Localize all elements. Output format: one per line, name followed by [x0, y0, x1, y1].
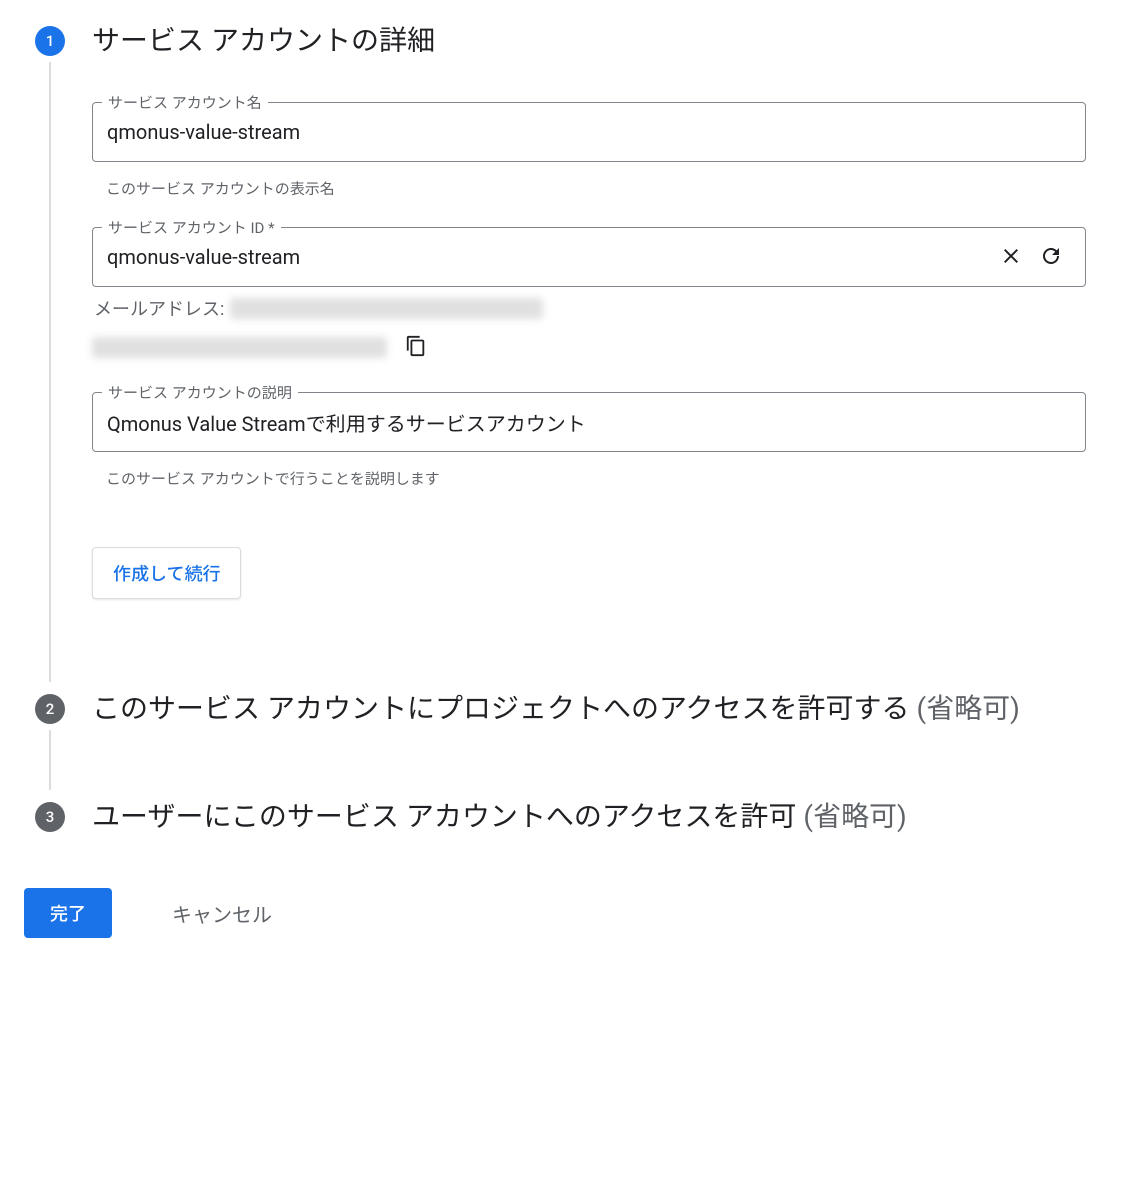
step-3-circle: 3: [35, 802, 65, 832]
step-3-title-optional: (省略可): [803, 800, 906, 833]
email-row-1: メールアドレス: xxxxxxxxxxxxxxxxxxxxxxxxxxxxxxx…: [92, 295, 1086, 321]
email-label: メールアドレス:: [94, 295, 224, 321]
copy-icon: [405, 335, 427, 360]
account-name-input[interactable]: [107, 120, 1071, 144]
step-3: 3 ユーザーにこのサービス アカウントへのアクセスを許可 (省略可): [20, 796, 1116, 848]
account-name-group: サービス アカウント名 このサービス アカウントの表示名: [92, 102, 1086, 199]
create-continue-button[interactable]: 作成して続行: [92, 547, 241, 599]
step-2-title-main: このサービス アカウントにプロジェクトへのアクセスを許可する: [92, 692, 917, 725]
step-2-circle: 2: [35, 694, 65, 724]
account-desc-helper: このサービス アカウントで行うことを説明します: [92, 460, 1086, 489]
clear-id-button[interactable]: [991, 240, 1031, 275]
account-desc-group: サービス アカウントの説明 このサービス アカウントで行うことを説明します: [92, 392, 1086, 489]
account-name-field: サービス アカウント名: [92, 102, 1086, 162]
cancel-button[interactable]: キャンセル: [172, 899, 272, 928]
stepper: 1 サービス アカウントの詳細 サービス アカウント名 このサービス アカウント…: [20, 20, 1116, 848]
close-icon: [999, 244, 1023, 271]
step-2-title-optional: (省略可): [917, 692, 1020, 725]
step-1-body: サービス アカウント名 このサービス アカウントの表示名 サービス アカウント …: [92, 72, 1086, 649]
copy-email-button[interactable]: [397, 331, 435, 364]
email-row-2: xxxxxxxxxxxxxxxxxxxxxxxxxxxxxxxxx: [92, 331, 1086, 364]
account-id-input[interactable]: [107, 245, 991, 269]
step-3-content: ユーザーにこのサービス アカウントへのアクセスを許可 (省略可): [80, 796, 1116, 848]
step-2: 2 このサービス アカウントにプロジェクトへのアクセスを許可する (省略可): [20, 688, 1116, 796]
email-redacted-2: xxxxxxxxxxxxxxxxxxxxxxxxxxxxxxxxx: [92, 337, 387, 358]
account-desc-label: サービス アカウントの説明: [102, 382, 298, 403]
account-desc-input[interactable]: [107, 410, 1071, 434]
step-indicator-col-3: 3: [20, 796, 80, 832]
account-id-group: サービス アカウント ID *: [92, 227, 1086, 364]
step-1-title: サービス アカウントの詳細: [92, 20, 1086, 72]
refresh-icon: [1039, 244, 1063, 271]
step-2-content: このサービス アカウントにプロジェクトへのアクセスを許可する (省略可): [80, 688, 1116, 740]
bottom-actions: 完了 キャンセル: [20, 848, 1116, 938]
email-redacted-1: xxxxxxxxxxxxxxxxxxxxxxxxxxxxxxxxxxx: [230, 298, 543, 319]
step-indicator-col-2: 2: [20, 688, 80, 796]
account-id-field: サービス アカウント ID *: [92, 227, 1086, 287]
step-line-2: [49, 730, 51, 790]
step-1: 1 サービス アカウントの詳細 サービス アカウント名 このサービス アカウント…: [20, 20, 1116, 688]
account-name-label: サービス アカウント名: [102, 92, 268, 113]
account-id-label: サービス アカウント ID *: [102, 217, 281, 238]
refresh-id-button[interactable]: [1031, 240, 1071, 275]
step-1-circle: 1: [35, 26, 65, 56]
done-button[interactable]: 完了: [24, 888, 112, 938]
step-line: [49, 62, 51, 682]
step-3-title[interactable]: ユーザーにこのサービス アカウントへのアクセスを許可 (省略可): [92, 796, 1086, 848]
step-indicator-col: 1: [20, 20, 80, 688]
step-3-title-main: ユーザーにこのサービス アカウントへのアクセスを許可: [92, 800, 803, 833]
account-desc-field: サービス アカウントの説明: [92, 392, 1086, 452]
step-1-content: サービス アカウントの詳細 サービス アカウント名 このサービス アカウントの表…: [80, 20, 1116, 649]
account-name-helper: このサービス アカウントの表示名: [92, 170, 1086, 199]
step-2-title[interactable]: このサービス アカウントにプロジェクトへのアクセスを許可する (省略可): [92, 688, 1086, 740]
